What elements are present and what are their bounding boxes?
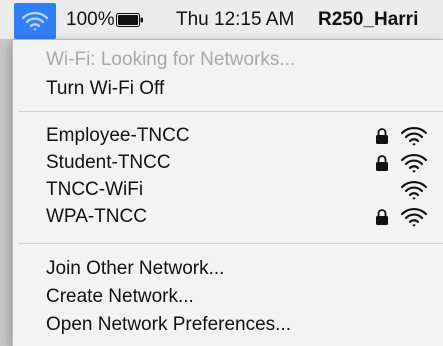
network-item-student-tncc[interactable]: Student-TNCC (46, 152, 171, 174)
menu-separator (19, 111, 443, 112)
network-item-wpa-tncc[interactable]: WPA-TNCC (46, 206, 147, 228)
network-item-employee-tncc[interactable]: Employee-TNCC (46, 125, 190, 147)
turn-wifi-off-item[interactable]: Turn Wi-Fi Off (46, 78, 164, 100)
menu-separator (19, 243, 443, 244)
battery-percent[interactable]: 100% (66, 9, 115, 31)
battery-full-icon[interactable] (116, 13, 144, 27)
create-network-item[interactable]: Create Network... (46, 286, 194, 308)
wifi-dropdown-menu: Wi-Fi: Looking for Networks... Turn Wi-F… (12, 40, 443, 346)
wifi-signal-icon (401, 180, 427, 200)
wifi-icon (22, 11, 48, 31)
join-other-network-item[interactable]: Join Other Network... (46, 258, 224, 280)
wifi-status-menu-button[interactable] (14, 3, 56, 39)
wifi-status-text: Wi-Fi: Looking for Networks... (46, 49, 296, 70)
open-network-preferences-item[interactable]: Open Network Preferences... (46, 314, 291, 336)
wifi-signal-icon (401, 153, 427, 173)
network-item-tncc-wifi[interactable]: TNCC-WiFi (46, 179, 143, 201)
lock-icon (376, 155, 388, 171)
wifi-signal-icon (401, 207, 427, 227)
wifi-signal-icon (401, 126, 427, 146)
lock-icon (376, 128, 388, 144)
user-name-menu[interactable]: R250_Harri (318, 9, 418, 31)
clock[interactable]: Thu 12:15 AM (176, 9, 294, 31)
lock-icon (376, 209, 388, 225)
menu-bar: 100% Thu 12:15 AM R250_Harri (0, 0, 443, 40)
